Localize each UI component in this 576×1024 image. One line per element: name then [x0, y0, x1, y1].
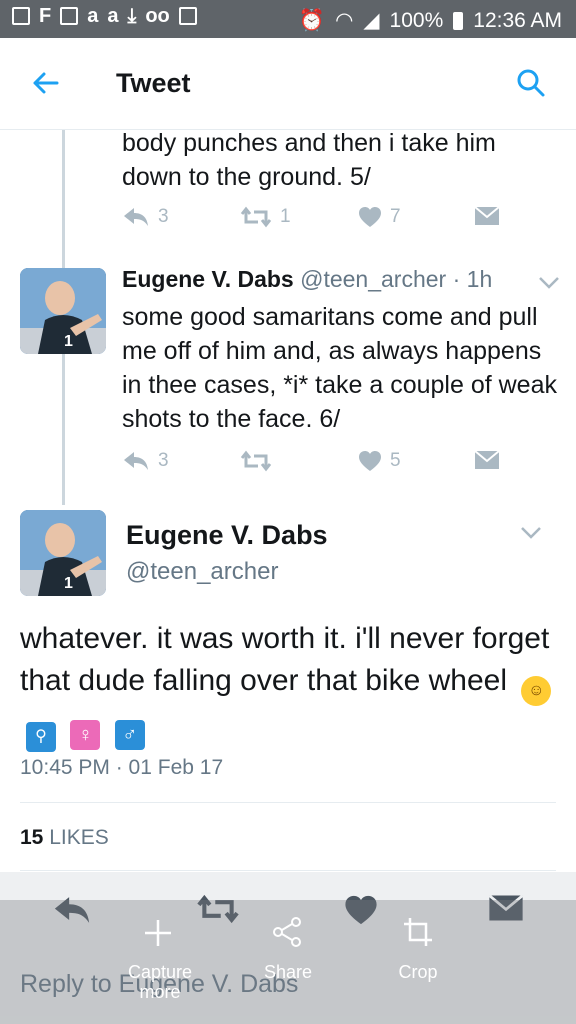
author-handle[interactable]: @teen_archer [126, 558, 278, 586]
bicyclist-emoji-icon: ⚲ [26, 722, 56, 752]
app-bar: Tweet [0, 38, 576, 130]
tweet-actions: 3 1 7 [122, 206, 502, 234]
chevron-down-icon[interactable] [538, 276, 560, 290]
main-tweet-text: whatever. it was worth it. i'll never fo… [20, 622, 550, 697]
status-bar: F a a ⤓ oo ⏰ ◠ ◢ 100% 12:36 AM [0, 0, 576, 38]
share-button[interactable]: Share [238, 962, 338, 983]
retweet-button[interactable] [240, 450, 280, 472]
plus-icon[interactable] [143, 918, 173, 948]
envelope-icon [474, 450, 500, 469]
female-sign-emoji-icon: ♀ [70, 720, 101, 750]
heart-icon [359, 451, 381, 471]
system-indicators: ⏰ ◠ ◢ 100% 12:36 AM [299, 8, 562, 33]
reply-count: 3 [158, 450, 169, 471]
reply-count: 3 [158, 206, 169, 227]
wifi-icon: ◠ [335, 9, 354, 32]
capture-more-button[interactable]: Capture more [110, 962, 210, 1002]
author-name[interactable]: Eugene V. Dabs [122, 266, 294, 292]
author-handle: @teen_archer · 1h [300, 266, 493, 292]
divider [20, 870, 556, 871]
tweet-text: some good samaritans come and pull me of… [122, 303, 557, 433]
amazon-notification-icon-2: a [107, 5, 119, 27]
instagram-notification-icon [178, 7, 197, 25]
page-title: Tweet [116, 68, 191, 98]
reply-button[interactable]: 3 [122, 206, 169, 228]
download-notification-icon: ⤓ [127, 5, 137, 27]
voicemail-notification-icon: oo [145, 5, 170, 27]
avatar[interactable]: 1 [20, 510, 106, 596]
alarm-icon: ⏰ [298, 8, 326, 32]
heart-icon [359, 207, 381, 227]
signal-icon: ◢ [363, 9, 380, 32]
divider [20, 802, 556, 803]
cast-notification-icon [60, 7, 79, 25]
reply-button[interactable]: 3 [122, 450, 169, 472]
crop-icon[interactable] [402, 916, 434, 948]
tweet-author-line: Eugene V. Dabs @teen_archer · 1h [122, 266, 492, 293]
like-count: 5 [390, 450, 401, 471]
likes-label: LIKES [49, 826, 109, 849]
svg-text:1: 1 [64, 575, 73, 592]
battery-icon [453, 11, 464, 30]
author-name[interactable]: Eugene V. Dabs [126, 520, 328, 551]
like-count: 7 [390, 206, 401, 227]
grinning-sweat-emoji-icon: ☺ [521, 676, 552, 706]
svg-text:1: 1 [64, 333, 73, 350]
share-icon[interactable] [272, 916, 304, 948]
male-sign-emoji-icon: ♂ [114, 720, 145, 750]
retweet-button[interactable]: 1 [240, 206, 291, 228]
notification-icons: F a a ⤓ oo [12, 6, 197, 26]
search-icon[interactable] [516, 68, 546, 98]
like-button[interactable]: 7 [358, 206, 401, 228]
retweet-icon [240, 450, 272, 472]
dm-button[interactable] [474, 206, 500, 226]
likes-count: 15 [20, 826, 44, 849]
amazon-notification-icon: a [87, 5, 99, 27]
envelope-icon [474, 206, 500, 225]
avatar-image: 1 [20, 268, 106, 354]
tweet-actions: 3 5 [122, 450, 502, 478]
gallery-notification-icon [12, 7, 30, 25]
reply-icon [124, 208, 148, 226]
flipboard-notification-icon: F [39, 5, 52, 27]
clock: 12:36 AM [473, 8, 562, 32]
main-tweet-body: whatever. it was worth it. i'll never fo… [20, 618, 560, 752]
avatar[interactable]: 1 [20, 268, 106, 354]
avatar-image: 1 [20, 510, 106, 596]
likes-summary[interactable]: 15 LIKES [20, 826, 109, 850]
tweet-timestamp: 10:45 PM · 01 Feb 17 [20, 756, 224, 779]
retweet-count: 1 [280, 206, 291, 227]
reply-icon [124, 452, 148, 470]
chevron-down-icon[interactable] [520, 526, 542, 540]
dm-button[interactable] [474, 450, 500, 470]
tweet-text: body punches and then i take him down to… [122, 129, 496, 191]
like-button[interactable]: 5 [358, 450, 401, 472]
retweet-icon [240, 206, 272, 228]
back-arrow-icon[interactable] [30, 68, 60, 98]
crop-button[interactable]: Crop [368, 962, 468, 983]
battery-percent: 100% [389, 8, 444, 32]
